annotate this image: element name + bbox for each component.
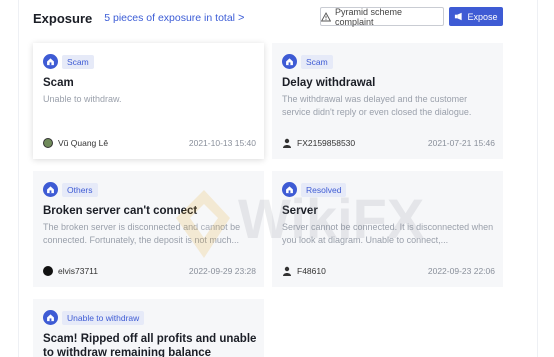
user-info: elvis73711	[43, 266, 98, 276]
avatar	[43, 138, 53, 148]
avatar	[43, 266, 53, 276]
house-icon	[43, 182, 58, 197]
card-footer: elvis73711 2022-09-29 23:28	[43, 266, 256, 276]
exposure-count-text: 5 pieces of exposure in total	[104, 12, 235, 24]
house-icon	[282, 54, 297, 69]
card-footer: F48610 2022-09-23 22:06	[282, 266, 495, 276]
complaint-button-label: Pyramid scheme complaint	[335, 6, 403, 27]
user-icon	[283, 266, 291, 276]
category-label: Scam	[301, 54, 333, 69]
exposure-card[interactable]: Unable to withdraw Scam! Ripped off all …	[33, 299, 264, 357]
megaphone-icon	[455, 12, 463, 21]
exposure-card[interactable]: Scam Delay withdrawal The withdrawal was…	[272, 43, 503, 159]
card-footer: FX2159858530 2021-07-21 15:46	[282, 138, 495, 148]
post-date: 2022-09-29 23:28	[188, 266, 256, 276]
card-title: Scam! Ripped off all profits and unable …	[43, 333, 257, 357]
username: FX2159858530	[297, 138, 356, 148]
category-badge: Scam	[43, 53, 94, 70]
exposure-card[interactable]: Resolved Server Server cannot be connect…	[272, 171, 503, 287]
card-description: The broken server is disconnected and ca…	[43, 222, 241, 245]
card-description: Unable to withdraw.	[43, 94, 122, 104]
house-icon	[282, 182, 297, 197]
card-title: Scam	[43, 77, 74, 89]
chevron-right-icon: >	[238, 12, 245, 24]
username: elvis73711	[58, 266, 99, 276]
user-info: F48610	[282, 266, 326, 276]
expose-button-label: Expose	[467, 11, 498, 22]
post-date: 2021-10-13 15:40	[188, 138, 256, 148]
warning-icon	[321, 11, 331, 21]
category-label: Unable to withdraw	[62, 310, 145, 325]
category-label: Resolved	[301, 182, 347, 197]
category-badge: Others	[43, 181, 98, 198]
category-label: Scam	[62, 54, 94, 69]
category-label: Others	[62, 182, 98, 197]
category-badge: Scam	[282, 53, 333, 70]
card-title: Server	[282, 205, 318, 217]
user-info: Vũ Quang Lê	[43, 138, 108, 148]
category-badge: Resolved	[282, 181, 347, 198]
house-icon	[43, 54, 58, 69]
page-title: Exposure	[33, 10, 93, 26]
card-footer: Vũ Quang Lê 2021-10-13 15:40	[43, 138, 256, 148]
username: F48610	[297, 266, 326, 276]
exposure-card[interactable]: Scam Scam Unable to withdraw. Vũ Quang L…	[33, 43, 264, 159]
card-description: The withdrawal was delayed and the custo…	[282, 94, 472, 117]
category-badge: Unable to withdraw	[43, 309, 145, 326]
exposure-card[interactable]: Others Broken server can't connect The b…	[33, 171, 264, 287]
pyramid-scheme-complaint-button[interactable]: Pyramid scheme complaint	[320, 6, 444, 27]
card-description: Server cannot be connected. It is discon…	[282, 222, 494, 245]
post-date: 2022-09-23 22:06	[427, 266, 495, 276]
exposure-count-link[interactable]: 5 pieces of exposure in total >	[104, 12, 244, 24]
username: Vũ Quang Lê	[58, 138, 109, 148]
card-title: Delay withdrawal	[282, 77, 376, 89]
house-icon	[43, 310, 58, 325]
user-icon	[283, 138, 291, 148]
expose-button[interactable]: Expose	[449, 7, 503, 26]
post-date: 2021-07-21 15:46	[427, 138, 495, 148]
user-info: FX2159858530	[282, 138, 355, 148]
card-title: Broken server can't connect	[43, 205, 198, 217]
